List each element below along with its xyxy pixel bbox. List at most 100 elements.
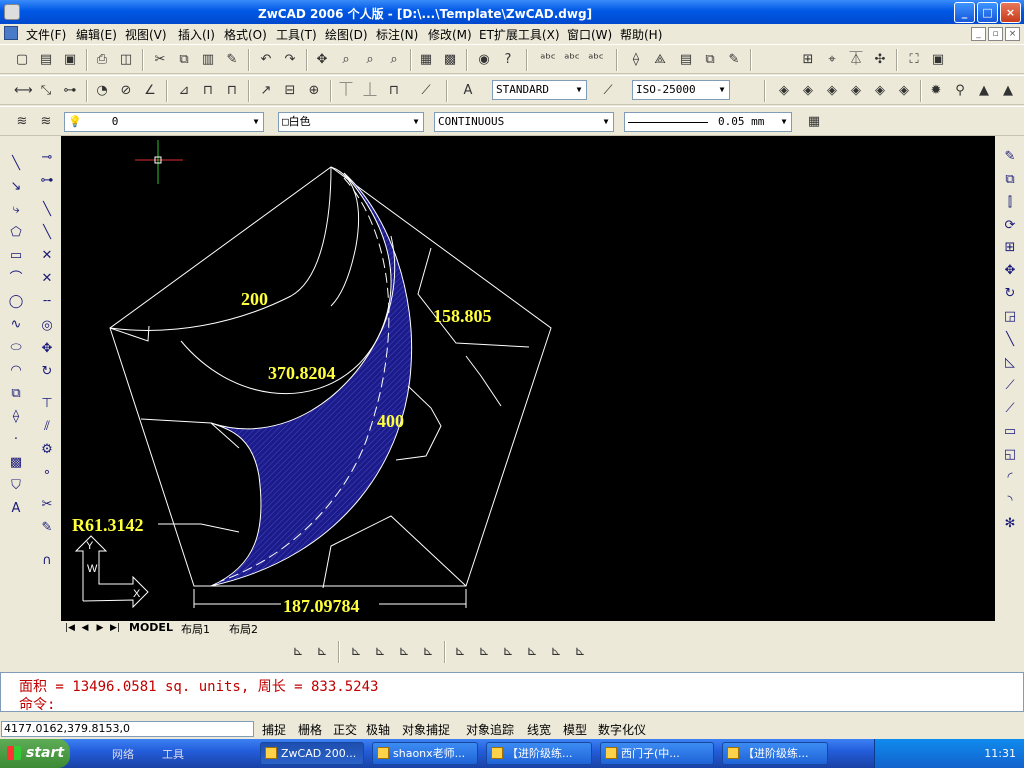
node-icon[interactable]: ∘ — [37, 463, 57, 483]
doc-restore-button[interactable]: ▫ — [988, 27, 1003, 41]
dim-style-icon[interactable]: ⟋ — [600, 83, 616, 99]
lightbulb-icon[interactable]: ⚲ — [952, 83, 968, 99]
dim-text-200[interactable]: 200 — [241, 289, 268, 309]
xref-icon[interactable]: ⧉ — [702, 52, 718, 68]
dim-text-158[interactable]: 158.805 — [433, 306, 492, 326]
menu-draw[interactable]: 绘图(D) — [325, 26, 368, 43]
ucs-object-icon[interactable]: ⊾ — [372, 644, 388, 660]
aligned-dim-icon[interactable]: ⤡ — [38, 83, 54, 99]
clock[interactable]: 11:31 — [984, 747, 1016, 760]
arc-icon[interactable]: ⌒ — [6, 269, 26, 289]
polyline-icon[interactable]: ⤷ — [6, 200, 26, 220]
rectangle-icon[interactable]: ▭ — [6, 246, 26, 266]
save-icon[interactable]: ▣ — [62, 52, 78, 68]
task-shaonx[interactable]: shaonx老师... — [372, 742, 478, 765]
construction-line-3[interactable] — [417, 247, 530, 348]
layer-previous-icon[interactable]: ◈ — [776, 83, 792, 99]
close-button[interactable]: × — [1000, 2, 1021, 23]
grid-toggle[interactable]: 栅格 — [298, 721, 322, 738]
insert-block-icon[interactable]: ⟁ — [652, 52, 668, 68]
ucs-icon[interactable]: ⊾ — [290, 644, 306, 660]
layer-match-icon[interactable]: ◈ — [800, 83, 816, 99]
lock-icon[interactable]: ▲ — [976, 83, 992, 99]
search-icon[interactable]: ◉ — [476, 52, 492, 68]
magnet-icon[interactable]: ∩ — [37, 551, 57, 571]
ortho-toggle[interactable]: 正交 — [333, 721, 357, 738]
ucs-world-icon[interactable]: ⊾ — [348, 644, 364, 660]
dim-text-r61[interactable]: R61.3142 — [72, 515, 144, 535]
text-icon[interactable]: ᵃᵇᶜ — [564, 52, 580, 68]
menu-window[interactable]: 窗口(W) — [567, 26, 612, 43]
scale-icon[interactable]: ◲ — [1000, 307, 1020, 327]
offset-icon[interactable]: ╲ — [37, 223, 57, 243]
design-center-icon[interactable]: ▩ — [442, 52, 458, 68]
settings-icon[interactable]: ✹ — [928, 83, 944, 99]
coordinate-display[interactable]: 4177.0162,379.8153,0 — [1, 721, 254, 737]
block-icon[interactable]: ⟠ — [628, 52, 644, 68]
snap-settings-icon[interactable]: ⊞ — [800, 52, 816, 68]
document-icon[interactable] — [4, 26, 18, 40]
lineweight-select[interactable]: 0.05 mm ▼ — [624, 112, 792, 132]
layer-select[interactable]: 💡 0 ▼ — [64, 112, 264, 132]
tab-first-button[interactable]: |◀ — [63, 621, 77, 635]
ucs-face-icon[interactable]: ⊾ — [396, 644, 412, 660]
xref-clip-icon[interactable]: ✎ — [726, 52, 742, 68]
fillet-icon[interactable]: ⫽ — [37, 417, 57, 437]
quicklaunch-tools[interactable]: 工具 — [162, 746, 184, 762]
pencil-icon[interactable]: ✎ — [1000, 147, 1020, 167]
ucs-previous-icon[interactable]: ⊾ — [314, 644, 330, 660]
erase-icon[interactable]: ⊸ — [37, 148, 57, 168]
model-toggle[interactable]: 模型 — [563, 721, 587, 738]
unlock-icon[interactable]: ▲ — [1000, 83, 1016, 99]
drawing-canvas[interactable]: 200 158.805 370.8204 400 R61.3142 187.09… — [61, 136, 995, 621]
spline-icon[interactable]: ∿ — [6, 315, 26, 335]
dim-text-370[interactable]: 370.8204 — [268, 363, 336, 383]
menu-modify[interactable]: 修改(M) — [428, 26, 472, 43]
stretch-icon[interactable]: ╲ — [1000, 330, 1020, 350]
diameter-dim-icon[interactable]: ⊘ — [118, 83, 134, 99]
zoom-window-icon[interactable]: ⌕ — [362, 52, 378, 68]
ucs-zaxis-icon[interactable]: ⊾ — [476, 644, 492, 660]
ucs-y-icon[interactable]: ⊾ — [548, 644, 564, 660]
quicklaunch-network[interactable]: 网络 — [112, 746, 134, 762]
dim-style-select[interactable]: ISO-25000 ▼ — [632, 80, 730, 100]
snap-icon[interactable]: ⚙ — [37, 440, 57, 460]
cut-icon[interactable]: ✂ — [152, 52, 168, 68]
chamfer-icon[interactable]: ⊤ — [37, 394, 57, 414]
task-practice-1[interactable]: 【进阶级练... — [486, 742, 592, 765]
trim-icon[interactable]: ⟋ — [1000, 376, 1020, 396]
text-style-select[interactable]: STANDARD ▼ — [492, 80, 587, 100]
donut-icon[interactable]: ◎ — [37, 316, 57, 336]
polar-toggle[interactable]: 极轴 — [366, 721, 390, 738]
copy-icon[interactable]: ⧉ — [1000, 170, 1020, 190]
osnap-toggle[interactable]: 对象捕捉 — [402, 721, 450, 738]
tolerance-icon[interactable]: ⊟ — [282, 83, 298, 99]
dim-text-edit-icon[interactable]: ⏊ — [362, 83, 378, 99]
mirror-icon[interactable]: ╲ — [37, 200, 57, 220]
continue-dim-icon[interactable]: ⊓ — [224, 83, 240, 99]
doc-close-button[interactable]: × — [1005, 27, 1020, 41]
snap-midpoint-icon[interactable]: ⏄ — [848, 52, 864, 68]
otrack-toggle[interactable]: 对象追踪 — [466, 721, 514, 738]
construction-line-5[interactable] — [322, 515, 467, 589]
tab-layout1[interactable]: 布局1 — [181, 621, 210, 637]
fillet-alt-icon[interactable]: ◝ — [1000, 491, 1020, 511]
snap-toggle[interactable]: 捕捉 — [262, 721, 286, 738]
minimize-button[interactable]: _ — [954, 2, 975, 23]
layer-isolate-icon[interactable]: ◈ — [824, 83, 840, 99]
menu-et-tools[interactable]: ET扩展工具(X) — [479, 26, 560, 43]
mirror-icon[interactable]: ⫿ — [1000, 193, 1020, 213]
angular-dim-icon[interactable]: ∠ — [142, 83, 158, 99]
offset-icon[interactable]: ⟳ — [1000, 216, 1020, 236]
lineweight-toggle[interactable]: 线宽 — [527, 721, 551, 738]
stretch-icon[interactable]: ✎ — [37, 518, 57, 538]
leader-r61[interactable] — [158, 523, 240, 533]
menu-edit[interactable]: 编辑(E) — [76, 26, 117, 43]
ucs-view-icon[interactable]: ⊾ — [420, 644, 436, 660]
new-file-icon[interactable]: ▢ — [14, 52, 30, 68]
layer-off-icon[interactable]: ◈ — [872, 83, 888, 99]
dim-update-icon[interactable]: ⊓ — [386, 83, 402, 99]
tab-last-button[interactable]: ▶| — [108, 621, 122, 635]
attribute-icon[interactable]: ▤ — [678, 52, 694, 68]
linear-dim-icon[interactable]: ⟷ — [14, 83, 33, 99]
